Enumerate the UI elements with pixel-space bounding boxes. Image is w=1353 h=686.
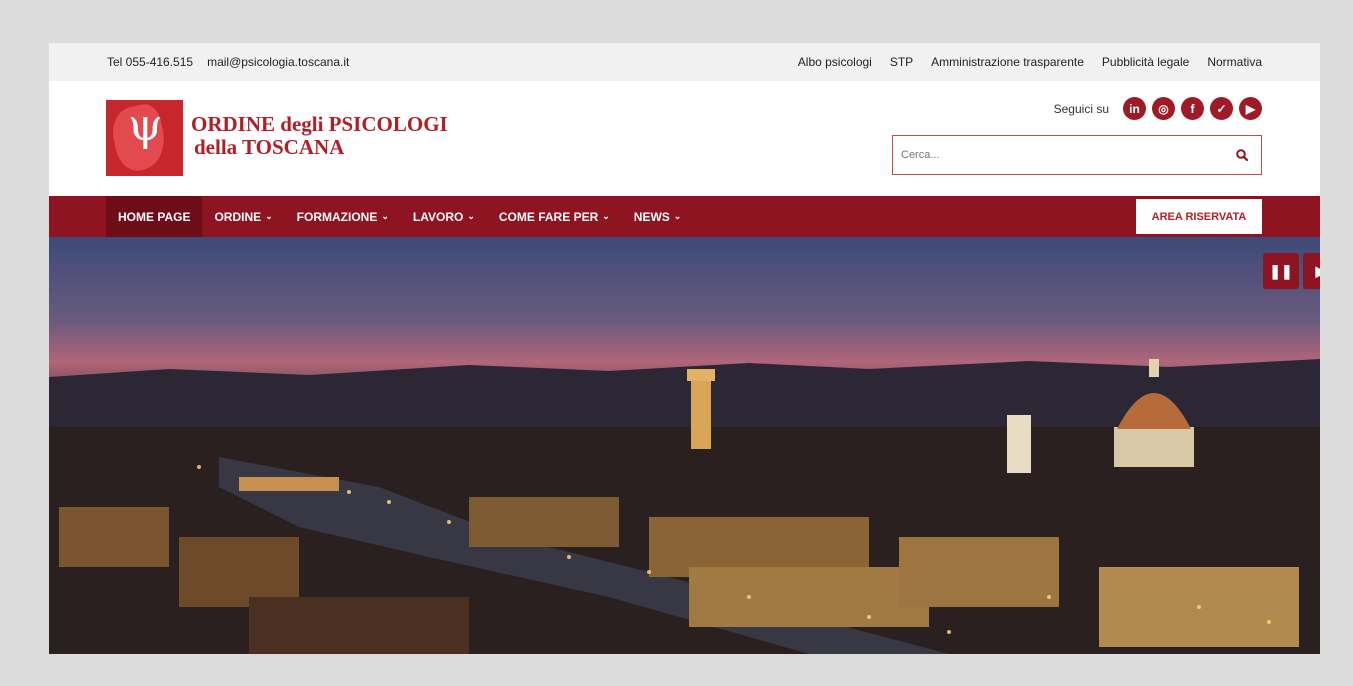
nav-item-come-fare-per[interactable]: COME FARE PER ⌄	[487, 196, 622, 237]
facebook-icon[interactable]: f	[1181, 97, 1204, 120]
contact-info: Tel 055-416.515 mail@psicologia.toscana.…	[107, 55, 349, 69]
top-links: Albo psicologi STP Amministrazione trasp…	[798, 55, 1262, 69]
instagram-icon[interactable]: ◎	[1152, 97, 1175, 120]
logo-line2: della TOSCANA	[194, 135, 345, 159]
nav-label: COME FARE PER	[498, 209, 599, 224]
nav-label: LAVORO	[412, 209, 464, 224]
nav-item-news[interactable]: NEWS ⌄	[622, 196, 694, 237]
twitter-icon[interactable]: ✓	[1210, 97, 1233, 120]
logo-line1: ORDINE degli PSICOLOGI	[191, 112, 448, 136]
chevron-down-icon: ⌄	[673, 211, 682, 221]
top-link-stp[interactable]: STP	[890, 55, 913, 69]
social-follow: Seguici su in ◎ f ✓ ▶	[1054, 97, 1262, 120]
next-slide-button[interactable]: ▶	[1303, 253, 1320, 289]
nav-item-lavoro[interactable]: LAVORO ⌄	[401, 196, 487, 237]
youtube-icon[interactable]: ▶	[1239, 97, 1262, 120]
psi-symbol: ψ	[128, 100, 163, 151]
pause-button[interactable]: ❚❚	[1263, 253, 1299, 289]
nav-item-formazione[interactable]: FORMAZIONE ⌄	[285, 196, 401, 237]
area-riservata-button[interactable]: AREA RISERVATA	[1136, 199, 1262, 234]
nav-label: HOME PAGE	[118, 209, 191, 224]
nav-label: ORDINE	[214, 209, 262, 224]
chevron-down-icon: ⌄	[467, 211, 475, 221]
search-box	[892, 135, 1262, 175]
hero-slider: ❚❚ ▶	[49, 237, 1320, 654]
top-link-normativa[interactable]: Normativa	[1207, 55, 1262, 69]
nav-label: NEWS	[633, 209, 670, 224]
phone-number: Tel 055-416.515	[107, 55, 194, 69]
chevron-down-icon: ⌄	[381, 211, 389, 221]
follow-label: Seguici su	[1053, 101, 1109, 116]
search-input[interactable]	[893, 136, 1223, 174]
logo-text[interactable]: ORDINE degli PSICOLOGI della TOSCANA	[191, 113, 448, 159]
logo-icon[interactable]: ψ	[106, 100, 183, 176]
linkedin-icon[interactable]: in	[1123, 97, 1146, 120]
chevron-down-icon: ⌄	[602, 211, 610, 221]
top-bar: Tel 055-416.515 mail@psicologia.toscana.…	[49, 43, 1320, 81]
florence-skyline-image	[49, 359, 1320, 654]
top-link-amministrazione[interactable]: Amministrazione trasparente	[931, 55, 1084, 69]
top-link-pubblicita[interactable]: Pubblicità legale	[1102, 55, 1189, 69]
nav-item-home[interactable]: HOME PAGE	[106, 196, 203, 237]
main-nav: HOME PAGE ORDINE ⌄ FORMAZIONE ⌄ LAVORO ⌄ CO…	[49, 196, 1320, 237]
email-link[interactable]: mail@psicologia.toscana.it	[207, 55, 349, 69]
chevron-down-icon: ⌄	[265, 211, 273, 221]
nav-label: FORMAZIONE	[296, 209, 378, 224]
top-link-albo[interactable]: Albo psicologi	[798, 55, 872, 69]
search-icon[interactable]	[1236, 149, 1248, 161]
page: Tel 055-416.515 mail@psicologia.toscana.…	[49, 43, 1320, 654]
nav-item-ordine[interactable]: ORDINE ⌄	[202, 196, 284, 237]
site-header: ψ ORDINE degli PSICOLOGI della TOSCANA S…	[49, 81, 1320, 196]
